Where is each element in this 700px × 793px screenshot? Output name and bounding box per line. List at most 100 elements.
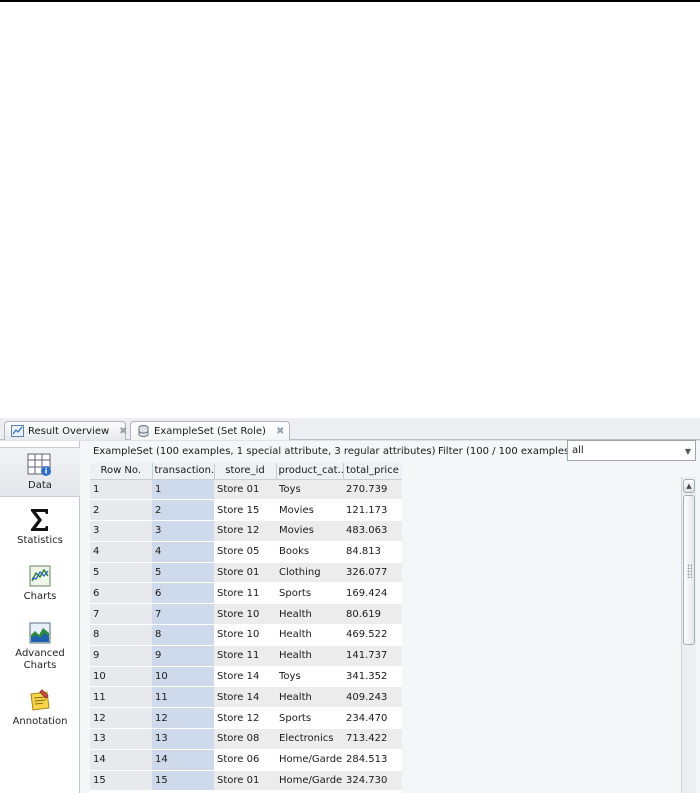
data-table: Row No. transaction... store_id product_… (90, 463, 402, 793)
cell-product-category: Health (276, 645, 343, 667)
table-row[interactable]: 14 14 Store 06 Home/Garde 284.513 (90, 749, 402, 771)
data-table-icon (27, 452, 53, 478)
filter-dropdown[interactable]: all ▼ (567, 440, 696, 461)
cell-store-id: Store 11 (214, 645, 276, 667)
cell-row-no: 14 (90, 749, 152, 771)
tab-strip: Result Overview ✖ ExampleSet (Set Role) … (0, 418, 700, 440)
cell-row-no: 8 (90, 624, 152, 646)
table-row[interactable]: 5 5 Store 01 Clothing 326.077 (90, 562, 402, 584)
cell-store-id: Store 14 (214, 666, 276, 688)
cell-store-id: Store 10 (214, 603, 276, 626)
table-row[interactable]: 3 3 Store 12 Movies 483.063 (90, 520, 402, 542)
cell-product-category: Health (276, 603, 343, 626)
cell-row-no: 10 (90, 666, 152, 688)
tab-result-overview[interactable]: Result Overview ✖ (4, 421, 128, 440)
table-row[interactable]: 15 15 Store 01 Home/Garde 324.730 (90, 770, 402, 792)
cell-product-category: Books (276, 541, 343, 563)
sidebar-item-data[interactable]: Data (0, 447, 80, 497)
table-header-row: Row No. transaction... store_id product_… (90, 463, 402, 480)
table-row[interactable]: 11 11 Store 14 Health 409.243 (90, 686, 402, 709)
table-row[interactable]: 8 8 Store 10 Health 469.522 (90, 624, 402, 646)
close-icon[interactable]: ✖ (119, 426, 127, 437)
cell-row-no: 5 (90, 562, 152, 584)
cell-total-price: 121.173 (343, 499, 402, 522)
chart-icon (27, 563, 53, 589)
cell-row-no: 13 (90, 728, 152, 750)
cell-transaction: 12 (152, 707, 214, 730)
cell-total-price: 469.522 (343, 624, 402, 646)
table-row[interactable]: 10 10 Store 14 Toys 341.352 (90, 666, 402, 688)
table-row[interactable]: 9 9 Store 11 Health 141.737 (90, 645, 402, 667)
cell-transaction: 9 (152, 645, 214, 667)
cell-store-id: Store 11 (214, 582, 276, 605)
sidebar-item-charts[interactable]: Charts (0, 559, 80, 613)
cell-store-id: Store 12 (214, 520, 276, 542)
cell-total-price: 169.424 (343, 582, 402, 605)
table-row[interactable]: 4 4 Store 05 Books 84.813 (90, 541, 402, 563)
tab-label: Result Overview (28, 425, 110, 437)
cell-total-price: 326.077 (343, 562, 402, 584)
table-row[interactable]: 7 7 Store 10 Health 80.619 (90, 603, 402, 626)
close-icon[interactable]: ✖ (276, 426, 284, 437)
table-row[interactable]: 13 13 Store 08 Electronics 713.422 (90, 728, 402, 750)
sidebar-item-label: Data (28, 480, 52, 491)
cell-transaction: 13 (152, 728, 214, 750)
sidebar-item-advanced-charts[interactable]: Advanced Charts (0, 616, 80, 676)
sidebar-item-annotation[interactable]: Annotation (0, 684, 80, 734)
cell-store-id: Store 08 (214, 728, 276, 750)
tab-label: ExampleSet (Set Role) (154, 425, 266, 437)
cell-total-price: 341.352 (343, 666, 402, 688)
tab-exampleset-set-role[interactable]: ExampleSet (Set Role) ✖ (130, 421, 290, 440)
cell-store-id: Store 05 (214, 541, 276, 563)
cell-total-price: 284.513 (343, 749, 402, 771)
cell-product-category: Movies (276, 520, 343, 542)
data-view-panel: ExampleSet (100 examples, 1 special attr… (80, 440, 700, 793)
sidebar-item-label: Annotation (12, 716, 68, 727)
sidebar-item-statistics[interactable]: Statistics (0, 503, 80, 557)
exampleset-icon (137, 425, 150, 437)
table-row[interactable]: 2 2 Store 15 Movies 121.173 (90, 499, 402, 522)
cell-product-category: Electronics (276, 728, 343, 750)
column-header-store-id[interactable]: store_id (214, 463, 277, 480)
cell-transaction: 14 (152, 749, 214, 771)
cell-transaction: 1 (152, 479, 214, 501)
column-header-row-no[interactable]: Row No. (90, 463, 153, 480)
cell-product-category: Clothing (276, 562, 343, 584)
table-row[interactable]: 1 1 Store 01 Toys 270.739 (90, 479, 402, 501)
cell-row-no: 3 (90, 520, 152, 542)
sidebar-item-label: Statistics (17, 535, 63, 546)
cell-transaction: 11 (152, 686, 214, 709)
cell-product-category: Health (276, 686, 343, 709)
cell-product-category: Home/Garde (276, 770, 343, 792)
vertical-scrollbar[interactable]: ▲ (681, 477, 696, 793)
sidebar-item-label: Charts (23, 591, 57, 602)
filter-selected-value: all (572, 445, 584, 456)
scroll-up-icon[interactable]: ▲ (683, 479, 695, 493)
column-header-product-category[interactable]: product_cat... (276, 463, 344, 480)
cell-total-price: 409.243 (343, 686, 402, 709)
cell-transaction: 10 (152, 666, 214, 688)
cell-total-price: 80.619 (343, 603, 402, 626)
advanced-chart-icon (27, 620, 53, 646)
table-row[interactable]: 12 12 Store 12 Sports 234.470 (90, 707, 402, 730)
cell-store-id: Store 10 (214, 624, 276, 646)
cell-transaction: 8 (152, 624, 214, 646)
cell-total-price: 483.063 (343, 520, 402, 542)
column-header-transaction[interactable]: transaction... (152, 463, 215, 480)
result-overview-icon (11, 425, 24, 437)
column-header-total-price[interactable]: total_price (343, 463, 402, 480)
cell-row-no: 9 (90, 645, 152, 667)
sigma-icon (27, 507, 53, 533)
cell-row-no: 12 (90, 707, 152, 730)
cell-transaction: 7 (152, 603, 214, 626)
cell-total-price: 141.737 (343, 645, 402, 667)
cell-store-id: Store 01 (214, 770, 276, 792)
cell-transaction: 15 (152, 770, 214, 792)
cell-row-no: 11 (90, 686, 152, 709)
cell-row-no: 7 (90, 603, 152, 626)
cell-product-category: Sports (276, 582, 343, 605)
cell-store-id: Store 14 (214, 686, 276, 709)
cell-total-price: 234.470 (343, 707, 402, 730)
scrollbar-thumb[interactable] (683, 495, 695, 645)
table-row[interactable]: 6 6 Store 11 Sports 169.424 (90, 582, 402, 605)
